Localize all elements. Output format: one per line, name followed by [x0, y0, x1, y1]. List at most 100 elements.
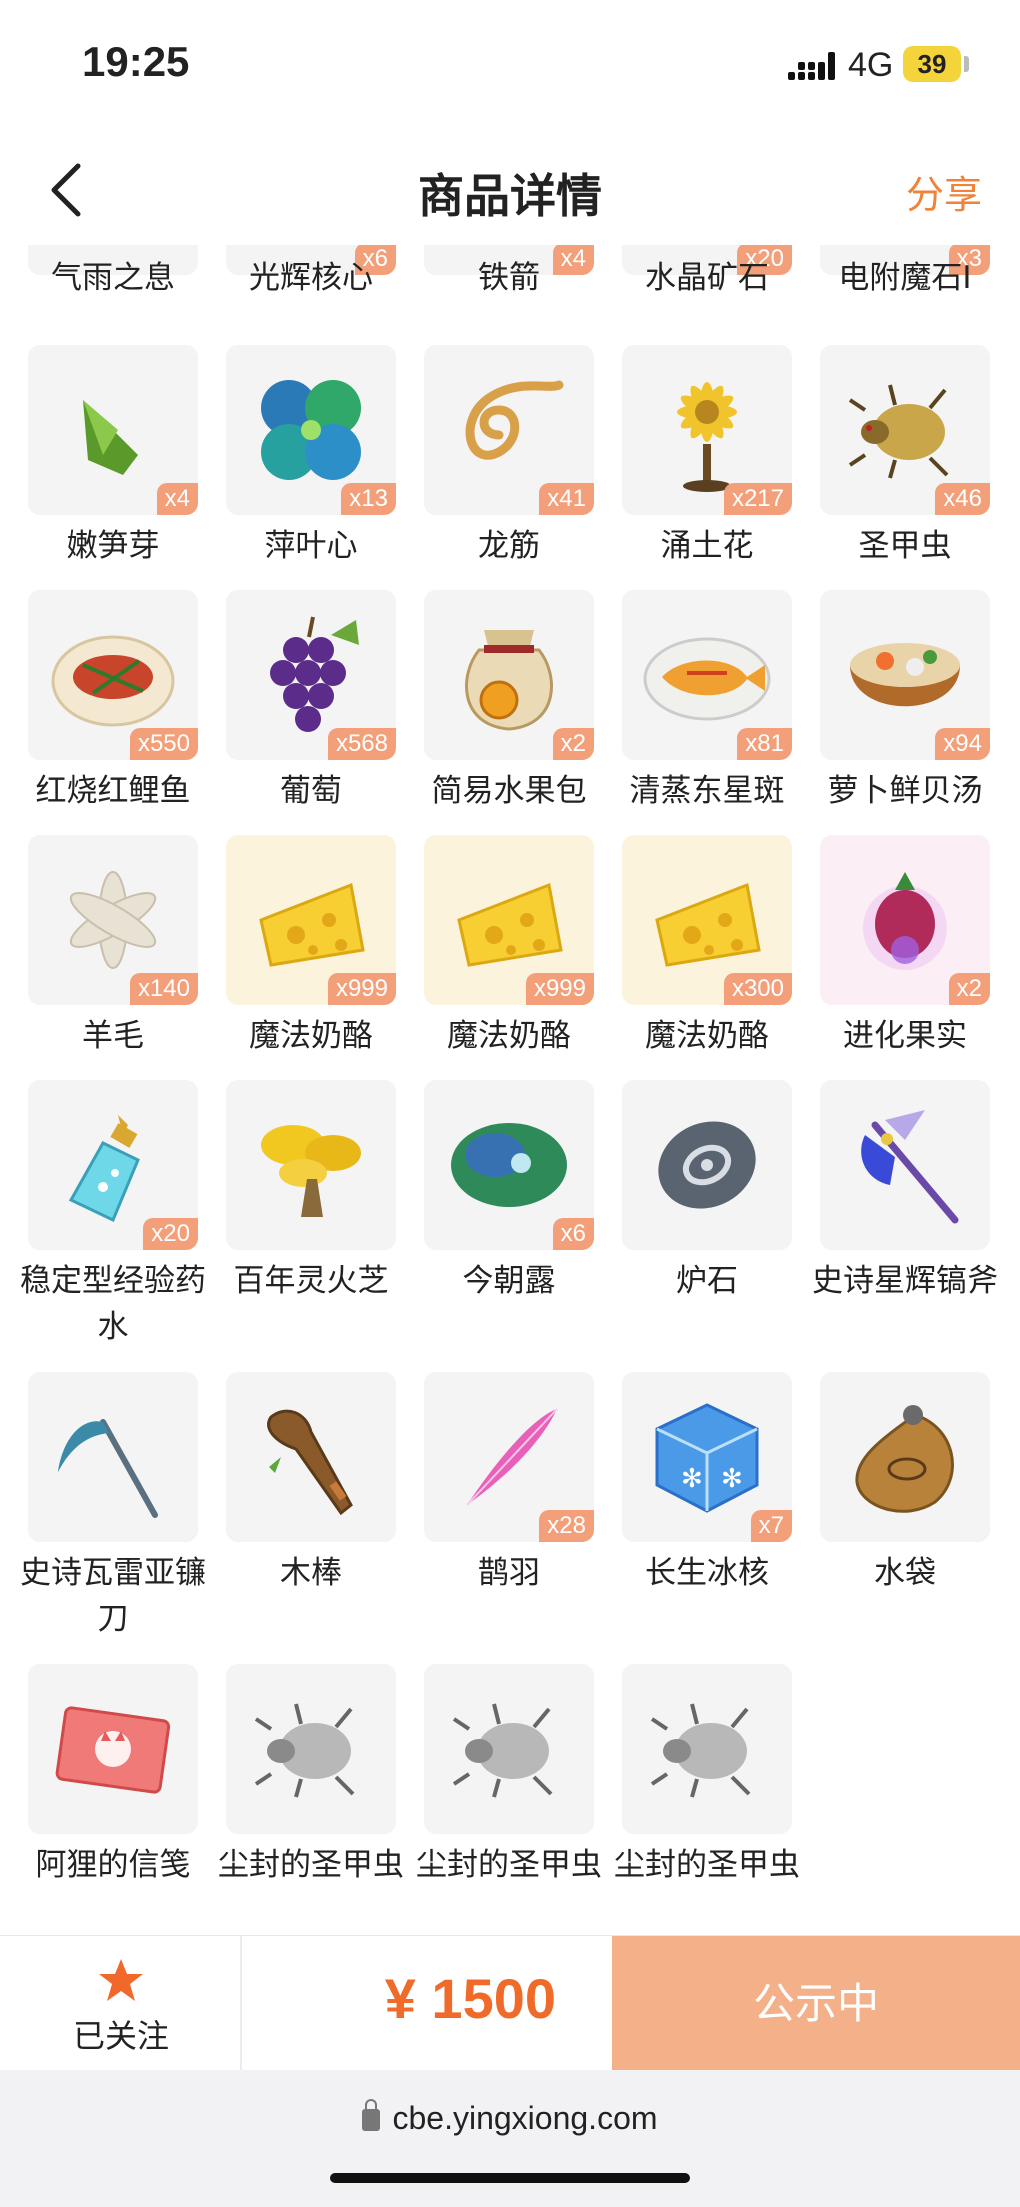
svg-text:✻: ✻: [681, 1464, 703, 1494]
item-name: 魔法奶酪: [645, 1018, 769, 1054]
item-name: 史诗星辉镐斧: [812, 1263, 998, 1299]
item-name: 史诗瓦雷亚镰刀: [20, 1555, 206, 1637]
dew-leaf-icon: [451, 1123, 567, 1207]
star-icon: [99, 1959, 143, 2001]
item-count-badge: x568: [327, 728, 396, 760]
item-thumbnail: [28, 1372, 198, 1542]
url-value: cbe.yingxiong.com: [392, 2100, 658, 2136]
item-name: 葡萄: [280, 773, 342, 809]
item-name: 木棒: [280, 1555, 342, 1591]
item-name: 涌土花: [660, 528, 754, 564]
item-name: 羊毛: [82, 1018, 144, 1054]
item-name: 电附魔石I: [838, 260, 972, 296]
item-name: 长生冰核: [645, 1555, 769, 1591]
item-name: 魔法奶酪: [249, 1018, 373, 1054]
browser-url-bar[interactable]: cbe.yingxiong.com: [0, 2070, 1020, 2207]
item-name: 嫩笋芽: [66, 528, 160, 564]
item-name: 百年灵火芝: [233, 1263, 389, 1299]
item-name: 炉石: [676, 1263, 738, 1299]
item-name: 气雨之息: [51, 260, 175, 296]
sunflower-icon: [677, 382, 737, 492]
item-count-badge: x300: [723, 973, 792, 1005]
cheese-icon: [655, 882, 761, 967]
battery-indicator: 39: [903, 46, 961, 82]
item-thumbnail: [820, 1080, 990, 1250]
clover-leaf-icon: [261, 380, 361, 480]
item-thumbnail: x6: [424, 1080, 594, 1250]
soup-bowl-icon: [850, 643, 960, 707]
bamboo-shoot-icon: [83, 400, 138, 475]
item-thumbnail: x550: [28, 590, 198, 760]
item-thumbnail: x94: [820, 590, 990, 760]
item-thumbnail: x300: [622, 835, 792, 1005]
item-thumbnail: ✻ ✻ x7: [622, 1372, 792, 1542]
status-time: 19:25: [82, 38, 190, 85]
page-title: 商品详情: [418, 169, 602, 223]
price-label: ¥ 1500: [384, 1967, 556, 2030]
letter-envelope-icon: [55, 1706, 171, 1794]
item-name: 尘封的圣甲虫: [218, 1847, 404, 1883]
lingzhi-mushroom-icon: [261, 1125, 361, 1217]
item-count-badge: x140: [129, 973, 198, 1005]
hearthstone-icon: [658, 1121, 756, 1209]
lock-icon: [362, 2099, 381, 2131]
bottom-action-bar: 已关注 ¥ 1500 公示中: [0, 1935, 1020, 2071]
item-count-badge: x999: [327, 973, 396, 1005]
item-name: 进化果实: [843, 1018, 967, 1054]
cellular-signal-icon: [788, 52, 835, 80]
item-thumbnail: x217: [622, 345, 792, 515]
item-thumbnail: x20: [28, 1080, 198, 1250]
feather-icon: [466, 1408, 558, 1506]
item-name: 铁箭: [478, 260, 540, 296]
url-text: cbe.yingxiong.com: [0, 2099, 1020, 2137]
public-display-button[interactable]: 公示中: [612, 1936, 1020, 2071]
item-thumbnail: x46: [820, 345, 990, 515]
page-header: 商品详情 分享: [0, 130, 1020, 245]
item-name: 阿狸的信笺: [35, 1847, 191, 1883]
dusty-beetle-icon: [452, 1703, 553, 1798]
pickaxe-icon: [861, 1110, 959, 1224]
scythe-icon: [58, 1419, 158, 1518]
item-count-badge: x81: [737, 728, 792, 760]
item-name: 魔法奶酪: [447, 1018, 571, 1054]
item-thumbnail: [622, 1080, 792, 1250]
item-count-badge: x2: [948, 973, 990, 1005]
item-thumbnail: x4: [28, 345, 198, 515]
item-thumbnail: x999: [226, 835, 396, 1005]
network-type: 4G: [848, 46, 894, 84]
fruit-bag-icon: [465, 630, 553, 731]
item-count-badge: x6: [552, 1218, 594, 1250]
item-name: 稳定型经验药水: [20, 1263, 206, 1345]
follow-button[interactable]: 已关注: [0, 1936, 242, 2071]
item-thumbnail: x140: [28, 835, 198, 1005]
status-bar: 19:25 4G 39: [0, 0, 1020, 130]
potion-bottle-icon: [68, 1115, 140, 1223]
home-indicator: [330, 2173, 690, 2183]
item-name: 清蒸东星斑: [629, 773, 785, 809]
battery-tip: [964, 56, 969, 72]
item-count-badge: x4: [156, 483, 198, 515]
item-count-badge: x999: [525, 973, 594, 1005]
steamed-fish-dish-icon: [643, 637, 771, 721]
follow-label: 已关注: [72, 2017, 169, 2055]
item-count-badge: x550: [129, 728, 198, 760]
item-name: 鹊羽: [478, 1555, 540, 1591]
item-name: 红烧红鲤鱼: [35, 773, 191, 809]
braised-fish-dish-icon: [51, 635, 175, 727]
grapes-icon: [270, 616, 359, 732]
item-count-badge: x94: [935, 728, 990, 760]
item-thumbnail: x81: [622, 590, 792, 760]
item-name: 今朝露: [462, 1263, 556, 1299]
share-button[interactable]: 分享: [906, 164, 982, 219]
item-count-badge: x41: [539, 483, 594, 515]
item-name: 简易水果包: [431, 773, 587, 809]
item-thumbnail: [28, 1664, 198, 1834]
scarab-beetle-icon: [848, 384, 949, 479]
svg-text:✻: ✻: [721, 1464, 743, 1494]
item-name: 圣甲虫: [858, 528, 952, 564]
item-grid: 气雨之息 x6 光辉核心 x4 铁箭 x20 水晶矿石 x3 电附魔石I x4 …: [0, 245, 1020, 1935]
item-count-badge: x217: [723, 483, 792, 515]
item-name: 光辉核心: [249, 260, 373, 296]
item-count-badge: x2: [552, 728, 594, 760]
cheese-icon: [259, 882, 365, 967]
